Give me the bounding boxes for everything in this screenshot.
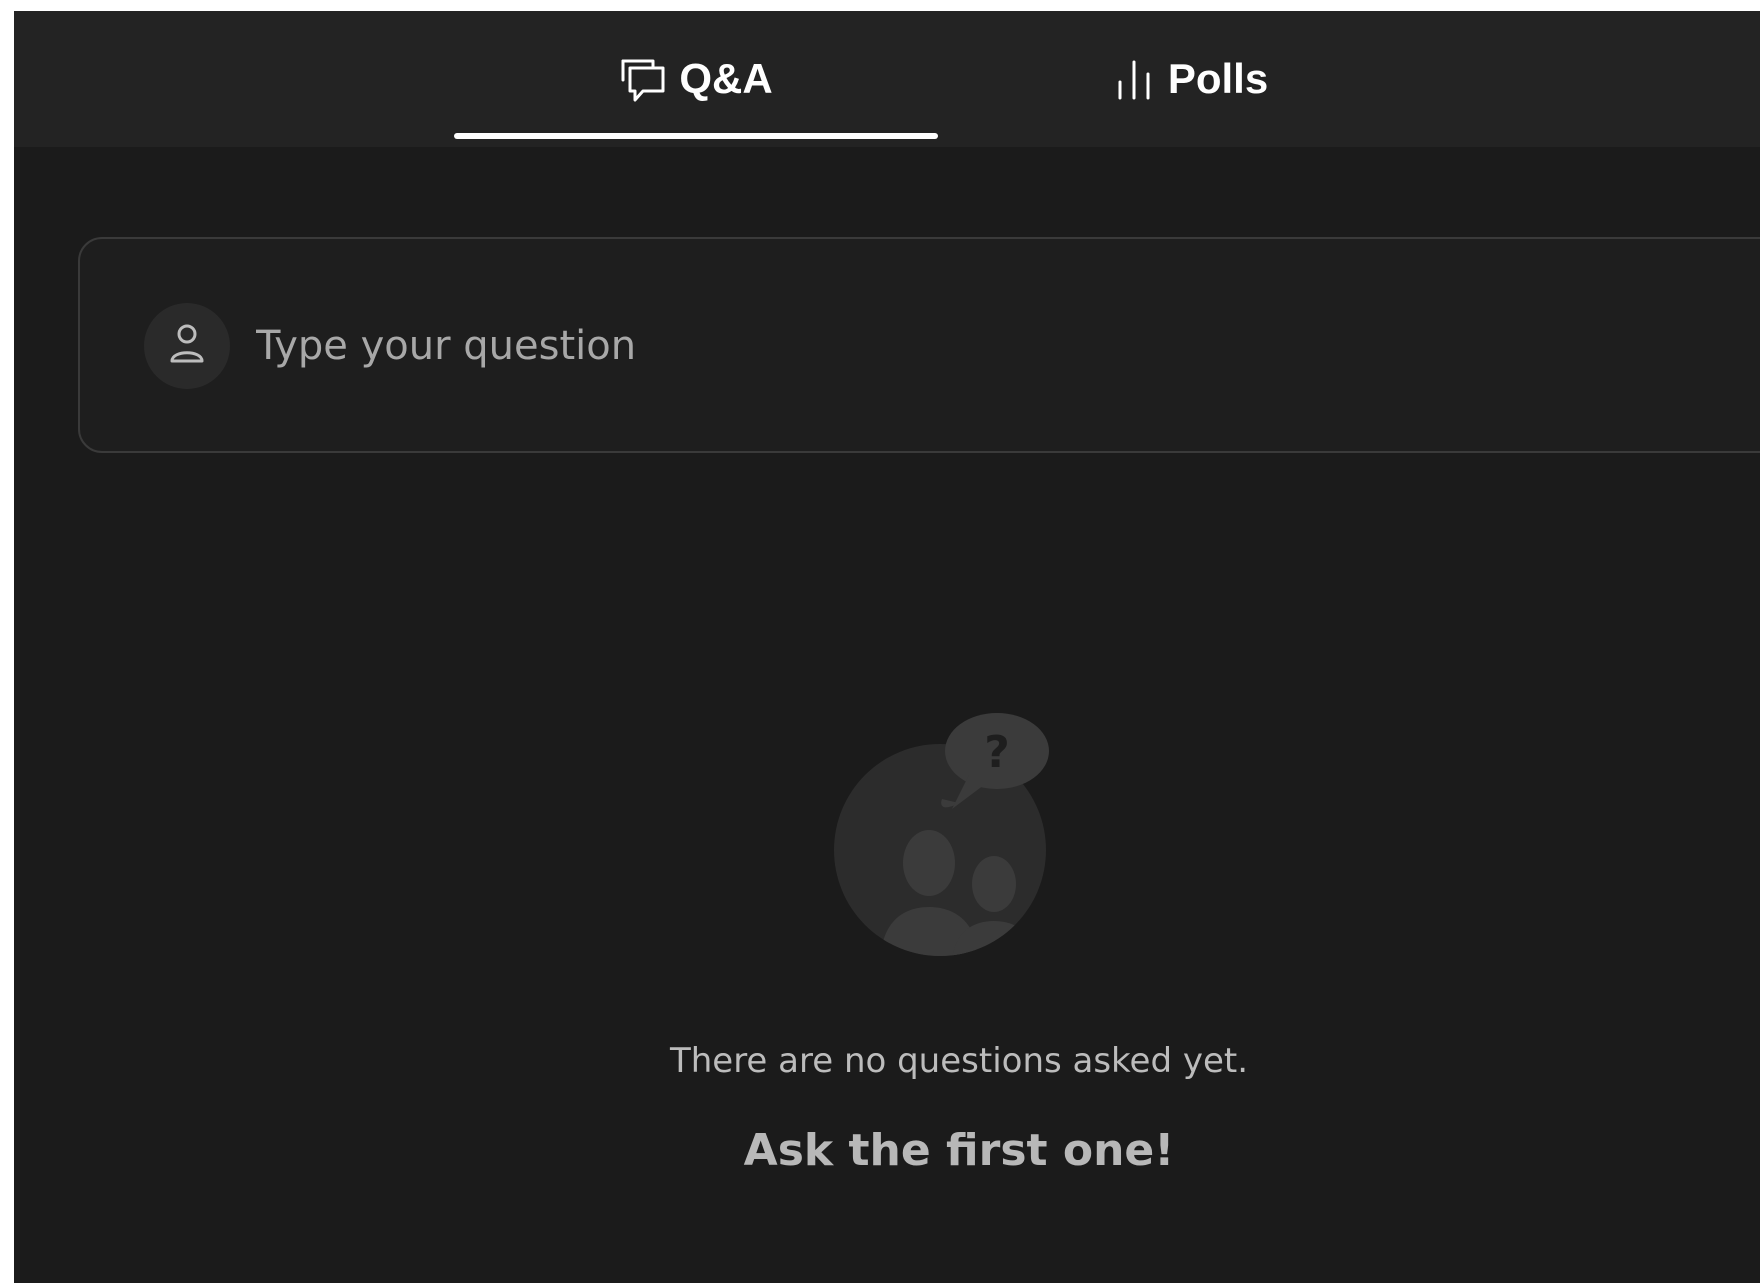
chat-bubbles-icon <box>619 56 667 104</box>
bar-chart-icon <box>1112 56 1156 104</box>
app-window: Q&A Polls Type your question ? There are… <box>14 11 1760 1283</box>
tab-qa[interactable]: Q&A <box>454 11 938 147</box>
tab-polls[interactable]: Polls <box>948 11 1432 147</box>
tab-polls-label: Polls <box>1167 55 1269 102</box>
question-input[interactable] <box>256 299 1656 393</box>
empty-state-call-to-action: Ask the first one! <box>743 1125 1175 1176</box>
people-question-icon: ? <box>834 711 1064 971</box>
tab-bar: Q&A Polls <box>14 11 1760 147</box>
tab-qa-label: Q&A <box>679 55 773 102</box>
question-mark-text: ? <box>984 727 1010 778</box>
avatar <box>144 303 230 389</box>
question-composer[interactable] <box>78 237 1760 453</box>
empty-state-message: There are no questions asked yet. <box>669 1041 1249 1081</box>
active-tab-indicator <box>454 133 938 139</box>
user-icon <box>167 322 207 371</box>
